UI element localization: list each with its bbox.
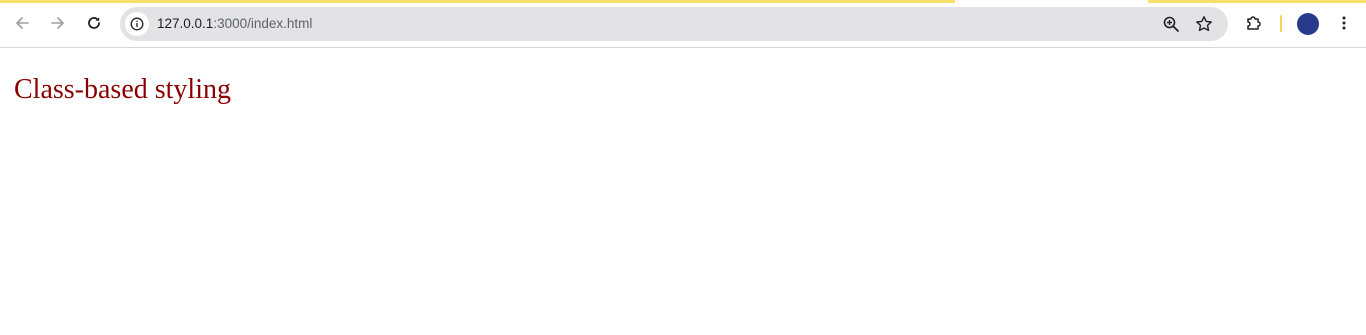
back-button[interactable]	[7, 8, 37, 38]
url-host: 127.0.0.1	[157, 16, 214, 31]
kebab-menu-icon	[1342, 16, 1346, 30]
arrow-right-icon	[51, 17, 64, 29]
top-accent-bar	[0, 0, 1366, 3]
accent-segment	[0, 0, 955, 3]
extensions-button[interactable]	[1239, 8, 1269, 38]
reload-icon	[88, 17, 100, 29]
toolbar-divider	[1280, 15, 1282, 32]
accent-segment	[1148, 0, 1366, 3]
star-icon	[1196, 16, 1212, 32]
bookmark-button[interactable]	[1192, 12, 1216, 36]
reload-button[interactable]	[79, 8, 109, 38]
site-info-button[interactable]	[125, 12, 149, 36]
info-icon	[130, 17, 144, 31]
url-path: :3000/index.html	[213, 16, 313, 31]
zoom-in-icon	[1163, 16, 1179, 32]
url-text[interactable]: 127.0.0.1:3000/index.html	[157, 7, 312, 41]
arrow-left-icon	[16, 17, 29, 29]
page-content: Class-based styling	[0, 48, 1366, 335]
puzzle-icon	[1247, 16, 1261, 30]
avatar[interactable]	[1297, 13, 1319, 35]
forward-button[interactable]	[43, 8, 73, 38]
page-title: Class-based styling	[14, 74, 231, 105]
browser-menu-button[interactable]	[1329, 8, 1359, 38]
address-bar[interactable]: 127.0.0.1:3000/index.html	[120, 7, 1228, 41]
browser-toolbar: 127.0.0.1:3000/index.html	[0, 0, 1366, 48]
zoom-button[interactable]	[1159, 12, 1183, 36]
